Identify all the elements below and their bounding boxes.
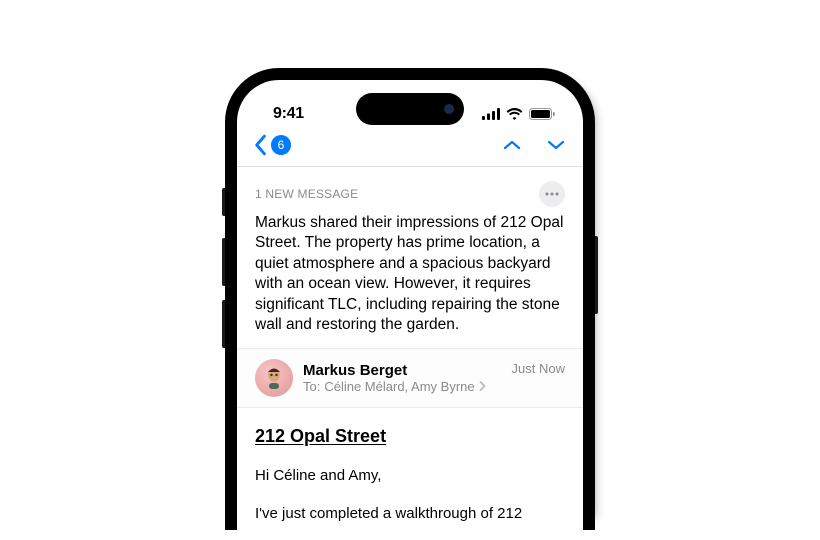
volume-down-button[interactable] (222, 300, 225, 348)
email-subject: 212 Opal Street (255, 426, 386, 446)
sender-avatar (255, 359, 293, 397)
wifi-icon (506, 108, 523, 120)
nav-bar: 6 (237, 130, 583, 167)
memoji-icon (261, 365, 287, 391)
front-camera (444, 104, 454, 114)
back-chevron-icon (253, 134, 267, 156)
timestamp: Just Now (512, 361, 565, 376)
next-message-button[interactable] (547, 139, 565, 151)
mute-switch[interactable] (222, 188, 225, 216)
sender-row[interactable]: Markus Berget To: Céline Mélard, Amy Byr… (237, 348, 583, 408)
body-line: I've just completed a walkthrough of 212 (255, 503, 565, 526)
recipients-row[interactable]: To: Céline Mélard, Amy Byrne (303, 379, 502, 394)
unread-count-badge: 6 (271, 135, 291, 155)
volume-up-button[interactable] (222, 238, 225, 286)
side-buttons-left (222, 188, 225, 362)
status-icons (482, 108, 555, 120)
dynamic-island (356, 93, 464, 125)
battery-icon (529, 108, 555, 120)
ellipsis-icon (545, 192, 559, 196)
prev-message-button[interactable] (503, 139, 521, 151)
body-greeting: Hi Céline and Amy, (255, 465, 565, 488)
subject-row: 212 Opal Street (237, 408, 583, 453)
cellular-icon (482, 108, 500, 120)
power-button[interactable] (595, 236, 598, 314)
sender-name: Markus Berget (303, 362, 502, 379)
phone-screen: 9:41 6 1 NEW MESSAGE (237, 80, 583, 540)
summary-label: 1 NEW MESSAGE (255, 187, 358, 201)
chevron-right-icon (479, 381, 486, 391)
more-button[interactable] (539, 181, 565, 207)
to-label: To: (303, 379, 320, 394)
recipients-list: Céline Mélard, Amy Byrne (324, 379, 474, 394)
phone-frame: 9:41 6 1 NEW MESSAGE (225, 68, 595, 530)
email-body: Hi Céline and Amy, I've just completed a… (237, 453, 583, 526)
summary-text: Markus shared their impressions of 212 O… (255, 213, 565, 336)
back-button-group[interactable]: 6 (253, 134, 291, 156)
status-time: 9:41 (273, 105, 304, 123)
summary-block: 1 NEW MESSAGE Markus shared their impres… (237, 167, 583, 348)
